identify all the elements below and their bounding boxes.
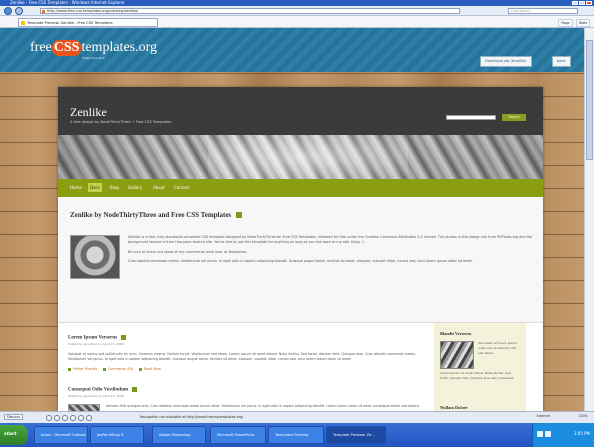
template-name[interactable]: Zenlike [70, 105, 107, 120]
taskbar: start Inbox - Microsoft Outlook JasPaint… [0, 423, 594, 447]
intro-section: Zenlike by NodeThirtyThree and Free CSS … [58, 197, 543, 323]
live-search-input[interactable]: Live Search [508, 8, 578, 14]
template-nav: Home Docs Blog Gallery About Contact [58, 179, 543, 197]
post-body: Aenean felis quisque eros. Cras lobortis… [68, 403, 428, 411]
freecsstemplates-logo[interactable]: free CSS templates.org Totally Free Stuff [30, 40, 157, 60]
post-body: Volutpat at varius sed sollicitudin et, … [68, 351, 416, 361]
sidebar-text: Lorem ipsum sit amet dolore. Nulla facil… [440, 371, 514, 380]
sidebar-heading: Nullam Dolore [440, 405, 468, 410]
sidebar-text: Sed etiam et lorem ipsum nulla vero et l… [478, 341, 517, 355]
status-icon[interactable] [46, 415, 52, 421]
post-title[interactable]: Consequat Odio Vestibulum [68, 387, 428, 393]
system-tray: 3:05 PM [532, 423, 594, 447]
header-banner-image [58, 135, 543, 179]
status-icon[interactable] [78, 415, 84, 421]
post-meta: Posted by Jane Doe on April 13, 2008 [68, 393, 124, 398]
template-search-button[interactable]: Search [502, 114, 526, 121]
post-item: Consequat Odio Vestibulum Posted by Jane… [68, 387, 428, 411]
nav-about[interactable]: About [151, 183, 167, 192]
status-bar: Discuss Navigation not available at http… [0, 411, 594, 423]
address-input[interactable]: http://www.free-css-templates.org/previe… [40, 8, 460, 14]
status-message: Navigation not available at http://www.f… [140, 415, 244, 419]
intro-heading: Zenlike by NodeThirtyThree and Free CSS … [70, 211, 242, 219]
sidebar-image [440, 341, 474, 369]
page-favicon-icon [42, 10, 45, 13]
comments-link[interactable]: Comments (18) [103, 367, 133, 371]
tools-menu-button[interactable]: Tools [575, 19, 590, 27]
maximize-icon[interactable] [579, 1, 585, 5]
page-viewport: free CSS templates.org Totally Free Stuff … [0, 28, 584, 411]
taskbar-item-active[interactable]: Template Preview: Ze... [326, 426, 386, 444]
nav-blog[interactable]: Blog [108, 183, 121, 192]
tray-network-icon[interactable] [537, 431, 543, 437]
logo-subtitle: Totally Free Stuff [82, 56, 105, 60]
sidebar: Blandit Verserus Sed etiam et lorem ipsu… [434, 323, 526, 411]
post-square-icon [132, 387, 138, 392]
bullet-icon [139, 367, 143, 371]
status-icon[interactable] [54, 415, 60, 421]
status-icon[interactable] [70, 415, 76, 421]
intro-paragraph: Be sure to check out some of my commerci… [128, 249, 247, 254]
intro-paragraph: Zenlike is a free, fully standards-compl… [128, 235, 533, 245]
scrollbar-thumb[interactable] [586, 40, 593, 160]
forward-arrow-icon[interactable] [15, 7, 23, 15]
tray-volume-icon[interactable] [545, 431, 551, 437]
post-links: Printer Friendly Comments (18) Read More [68, 367, 428, 371]
bullet-icon [103, 367, 107, 371]
nav-gallery[interactable]: Gallery [126, 183, 144, 192]
post-item: Lorem Ipsum Verserus Posted by Jane Doe … [68, 335, 428, 371]
template-search-input[interactable] [446, 115, 496, 120]
taskbar-item[interactable]: Templates Preview [268, 426, 324, 444]
read-more-link[interactable]: Read More [139, 367, 161, 371]
security-zone: Internet [536, 414, 550, 418]
post-title[interactable]: Lorem Ipsum Verserus [68, 335, 428, 341]
minimize-icon[interactable] [572, 1, 578, 5]
main-content: Lorem Ipsum Verserus Posted by Jane Doe … [58, 323, 543, 411]
clock: 3:05 PM [573, 431, 590, 436]
vertical-scrollbar[interactable] [584, 28, 594, 411]
command-bar: Page Tools [558, 19, 590, 27]
sidebar-heading: Blandit Verserus [440, 331, 472, 336]
freecss-topbar: free CSS templates.org Totally Free Stuff … [0, 28, 584, 72]
status-icon[interactable] [86, 415, 92, 421]
nav-home[interactable]: Home [68, 183, 84, 192]
taskbar-item[interactable]: Adobe Photoshop [152, 426, 206, 444]
page-menu-button[interactable]: Page [558, 19, 573, 27]
favorites-star-icon[interactable] [21, 21, 25, 25]
address-bar-row: http://www.free-css-templates.org/previe… [0, 6, 594, 16]
back-button[interactable]: back [552, 56, 571, 67]
download-zip-button[interactable]: Download zip (tmaillin) [480, 56, 532, 67]
printer-friendly-link[interactable]: Printer Friendly [68, 367, 97, 371]
start-button[interactable]: start [0, 425, 28, 445]
tab-bar: Template Preview: Zenlike - Free CSS Tem… [0, 16, 594, 28]
intro-image [70, 235, 120, 279]
heading-square-icon [235, 212, 242, 219]
status-icons [46, 415, 92, 421]
nav-contact[interactable]: Contact [172, 183, 192, 192]
back-arrow-icon[interactable] [4, 7, 12, 15]
intro-paragraph: Cras lobortis commodo metus. Vestibulum … [128, 259, 473, 264]
bullet-icon [68, 367, 71, 371]
nav-docs[interactable]: Docs [88, 183, 102, 192]
zoom-level[interactable]: 100% [578, 414, 588, 418]
taskbar-item[interactable]: Microsoft PowerPoint [210, 426, 266, 444]
template-tagline: A free design by NodeThirtyThree + Free … [70, 120, 172, 124]
discuss-button[interactable]: Discuss [4, 414, 23, 420]
tab-template-preview[interactable]: Template Preview: Zenlike - Free CSS Tem… [18, 18, 158, 27]
window-controls [572, 1, 592, 5]
intro-text: Zenlike is a free, fully standards-compl… [128, 235, 533, 269]
post-square-icon [121, 335, 127, 340]
taskbar-item[interactable]: Inbox - Microsoft Outlook [34, 426, 88, 444]
close-icon[interactable] [586, 1, 592, 5]
template-preview: Zenlike A free design by NodeThirtyThree… [58, 87, 543, 411]
taskbar-item[interactable]: JasPaintShop 8 [90, 426, 144, 444]
post-meta: Posted by Jane Doe on April 13, 2008 [68, 341, 124, 346]
post-thumbnail [68, 403, 100, 411]
template-header: Zenlike A free design by NodeThirtyThree… [58, 87, 543, 135]
status-icon[interactable] [62, 415, 68, 421]
